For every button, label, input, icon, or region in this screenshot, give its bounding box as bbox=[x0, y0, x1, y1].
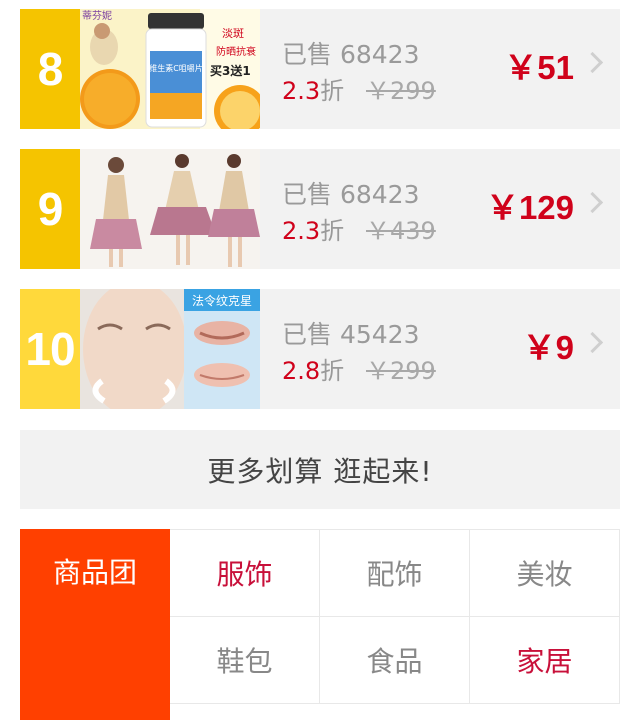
sold-count: 已售 68423 bbox=[282, 40, 420, 69]
svg-text:维生素C咀嚼片: 维生素C咀嚼片 bbox=[149, 63, 203, 73]
deal-item-9[interactable]: 9 已售 68423 2.3折 ￥439 ￥129 bbox=[20, 149, 620, 269]
sold-count: 已售 68423 bbox=[282, 180, 420, 209]
product-image-lace-dress[interactable] bbox=[80, 149, 260, 269]
deal-price: ￥51 bbox=[504, 49, 574, 86]
rank-badge: 9 bbox=[20, 149, 80, 269]
deal-item-8[interactable]: 8 维生素C咀嚼片 蒂芬妮 淡斑 防晒抗衰 买3送1 已售 68423 2.3折… bbox=[20, 9, 620, 129]
chevron-right-icon bbox=[581, 331, 604, 354]
rank-badge: 10 bbox=[20, 289, 80, 409]
deal-item-10[interactable]: 10 法令纹克星 已售 45423 2.8折 ￥299 ￥9 bbox=[20, 289, 620, 409]
original-price: ￥439 bbox=[366, 217, 436, 245]
deal-price: ￥129 bbox=[485, 189, 574, 226]
category-accessories[interactable]: 配饰 bbox=[320, 530, 470, 617]
category-grid: 商品团 服饰 配饰 美妆 鞋包 食品 家居 bbox=[20, 529, 620, 720]
svg-text:买3送1: 买3送1 bbox=[210, 63, 251, 78]
svg-text:淡斑: 淡斑 bbox=[222, 27, 244, 40]
svg-text:蒂芬妮: 蒂芬妮 bbox=[82, 9, 112, 22]
sold-count: 已售 45423 bbox=[282, 320, 420, 349]
original-price: ￥299 bbox=[366, 357, 436, 385]
category-beauty[interactable]: 美妆 bbox=[470, 530, 620, 617]
chevron-right-icon bbox=[581, 191, 604, 214]
discount: 2.8折 bbox=[282, 357, 345, 385]
svg-text:法令纹克星: 法令纹克星 bbox=[192, 293, 252, 308]
rank-badge: 8 bbox=[20, 9, 80, 129]
more-deals-button[interactable]: 更多划算 逛起来! bbox=[20, 430, 620, 509]
category-home[interactable]: 家居 bbox=[470, 617, 620, 704]
chevron-right-icon bbox=[581, 51, 604, 74]
discount: 2.3折 bbox=[282, 77, 345, 105]
deal-price: ￥9 bbox=[522, 329, 574, 366]
original-price: ￥299 bbox=[366, 77, 436, 105]
discount: 2.3折 bbox=[282, 217, 345, 245]
category-shoes-bags[interactable]: 鞋包 bbox=[170, 617, 320, 704]
category-title: 商品团 bbox=[20, 529, 170, 720]
svg-text:防晒抗衰: 防晒抗衰 bbox=[216, 45, 256, 58]
product-image-vitamin-c[interactable]: 维生素C咀嚼片 蒂芬妮 淡斑 防晒抗衰 买3送1 bbox=[80, 9, 260, 129]
category-clothing[interactable]: 服饰 bbox=[170, 530, 320, 617]
product-image-wrinkle-cream[interactable]: 法令纹克星 bbox=[80, 289, 260, 409]
category-food[interactable]: 食品 bbox=[320, 617, 470, 704]
